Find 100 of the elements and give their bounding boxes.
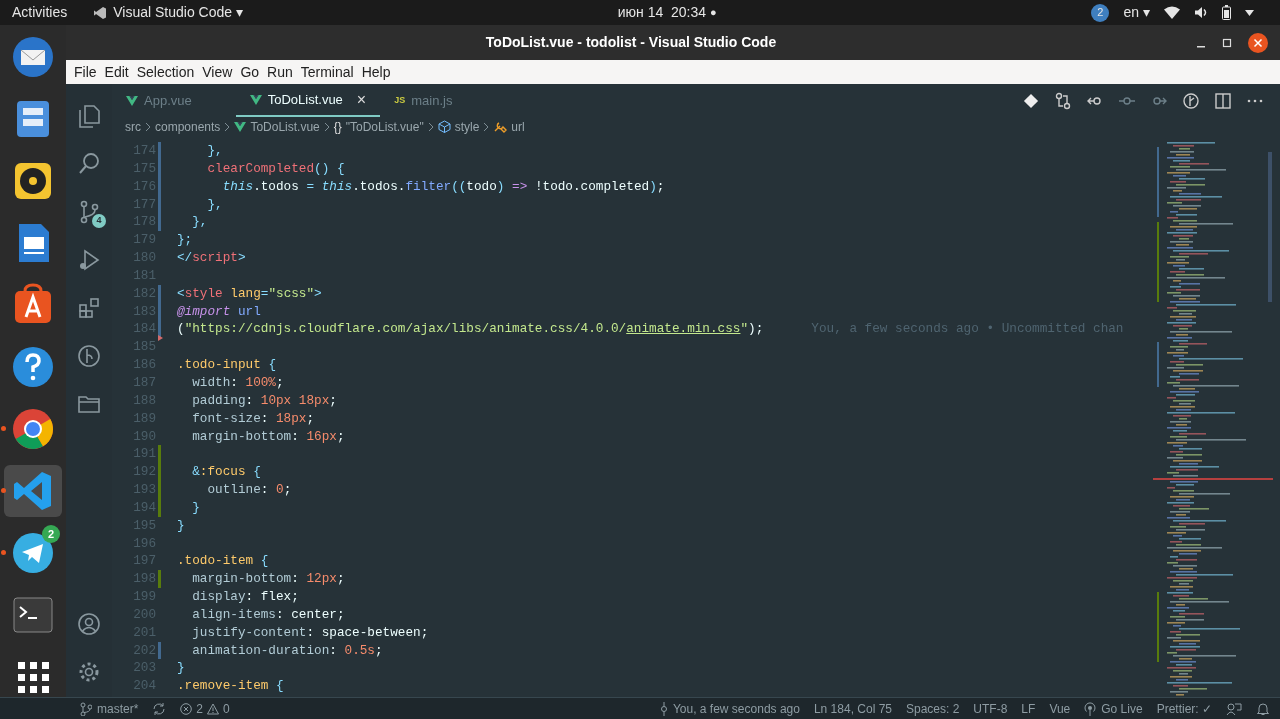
paper-plane-icon[interactable] <box>11 531 55 575</box>
browser-icon[interactable] <box>11 407 55 451</box>
branch-icon <box>80 701 92 716</box>
code-line: this.todos = this.todos.filter((todo) => !todo.completed); <box>221 177 665 196</box>
extensions-icon[interactable] <box>77 295 101 321</box>
maximize-button[interactable] <box>1222 37 1232 48</box>
wrench-icon <box>493 120 508 133</box>
code-line: clearCompleted() { <box>206 159 345 178</box>
files-icon[interactable] <box>77 103 101 129</box>
volume-icon[interactable] <box>1194 6 1208 19</box>
cursor-position[interactable]: Ln 184, Col 75 <box>813 699 892 718</box>
indentation-status[interactable]: Spaces: 2 <box>906 699 960 718</box>
encoding-status[interactable]: UTF-8 <box>973 699 1008 718</box>
code-line: margin-bottom: 16px; <box>191 427 345 446</box>
blame-annotation: You, a few seconds ago • Uncommitted chan <box>811 320 1124 339</box>
code-line: } <box>191 498 200 517</box>
caret-icon: ▾ <box>236 2 244 23</box>
code-line: .todo-input { <box>177 356 276 374</box>
breadcrumb-item[interactable]: ToDoList.vue <box>250 117 320 136</box>
vue-file-icon <box>126 94 138 107</box>
code-editor-icon <box>93 5 108 20</box>
breadcrumb-item[interactable]: components <box>155 117 221 136</box>
mail-app-icon[interactable] <box>11 35 55 79</box>
code-line: margin-bottom: 12px; <box>191 570 345 589</box>
language-menu[interactable]: en ▾ <box>1123 2 1150 23</box>
go-live-button[interactable]: Go Live <box>1084 699 1143 718</box>
menu-item[interactable]: Go <box>236 61 264 83</box>
code-line: <style lang="scss"> <box>177 284 322 303</box>
chevron-icon <box>145 121 151 132</box>
count-badge: 4 <box>92 214 106 228</box>
menu-item[interactable]: View <box>198 61 237 83</box>
chevron-icon <box>427 121 434 132</box>
active-dock-item[interactable] <box>4 465 62 517</box>
code-line: outline: 0; <box>206 481 292 499</box>
braces-icon: {} <box>333 117 342 136</box>
split-editor-icon[interactable] <box>1214 91 1232 110</box>
menu-item[interactable]: Edit <box>100 61 133 83</box>
prettier-status[interactable]: Prettier: ✓ <box>1156 699 1212 718</box>
code-line: } <box>177 659 185 678</box>
change-marker <box>158 641 161 660</box>
menu-item[interactable]: Selection <box>132 61 199 83</box>
warning-icon <box>207 702 220 715</box>
commit-icon <box>659 701 668 716</box>
notification-dot-icon: ● <box>710 4 717 21</box>
count-badge: 2 <box>42 525 60 543</box>
code-line: </script> <box>177 249 246 267</box>
branch-indicator[interactable]: master* <box>80 699 139 718</box>
vue-file-icon <box>234 120 247 133</box>
code-line: }, <box>191 213 208 232</box>
chevron-icon <box>323 121 330 132</box>
compare-changes-icon[interactable] <box>1054 91 1072 110</box>
language-mode[interactable]: Vue <box>1049 699 1071 718</box>
blame-status[interactable]: You, a few seconds ago <box>659 699 800 718</box>
code-line: .remove-item { <box>177 677 284 696</box>
activities-button[interactable]: Activities <box>12 2 68 23</box>
code-line: padding: 10px 18px; <box>191 391 337 410</box>
window-title: ToDoList.vue - todolist - Visual Studio Code <box>485 33 777 52</box>
code-line: display: flex; <box>191 588 299 606</box>
sync-icon[interactable] <box>152 701 167 716</box>
wifi-icon[interactable] <box>1164 6 1180 19</box>
menu-item[interactable]: Terminal <box>296 61 358 83</box>
vue-file-icon <box>249 93 262 106</box>
breadcrumb-item[interactable]: src <box>125 117 141 136</box>
code-line: font-size: 18px; <box>191 409 315 428</box>
code-line: animation-duration: 0.5s; <box>191 641 383 660</box>
git-graph-icon[interactable] <box>77 343 101 369</box>
account-icon[interactable] <box>77 612 101 638</box>
app-menu[interactable]: Visual Studio Code ▾ <box>113 2 244 23</box>
breadcrumb-item[interactable]: "ToDoList.vue" <box>345 117 424 136</box>
menu-item[interactable]: Help <box>357 61 395 83</box>
menu-item[interactable]: Run <box>263 61 297 83</box>
deleted-lines-marker <box>158 335 163 342</box>
chevron-icon <box>483 121 490 132</box>
caret-icon: ▾ <box>1143 2 1150 23</box>
js-file-icon: JS <box>394 93 406 108</box>
code-line: }, <box>206 142 223 160</box>
caret-icon[interactable] <box>1245 9 1254 16</box>
battery-icon[interactable] <box>1222 5 1231 20</box>
bell-icon[interactable] <box>1256 701 1270 716</box>
change-marker <box>158 570 161 589</box>
notification-badge: 2 <box>1091 3 1110 22</box>
problems-indicator[interactable]: 2 0 <box>180 699 230 718</box>
breadcrumb-item[interactable]: url <box>511 117 525 136</box>
code-line: .todo-item { <box>177 552 269 571</box>
menu-item[interactable]: File <box>70 61 101 83</box>
clock[interactable]: июн 14 20:34 <box>617 2 707 23</box>
line-ending-status[interactable]: LF <box>1021 699 1036 718</box>
close-button[interactable] <box>1248 32 1268 53</box>
code-line: @import url <box>177 302 261 321</box>
run-debug-icon[interactable] <box>77 247 101 273</box>
code-line: }; <box>177 231 193 250</box>
breadcrumb-item[interactable]: style <box>454 117 480 136</box>
code-line: }, <box>206 195 223 214</box>
feedback-icon[interactable] <box>1226 701 1242 716</box>
help-icon[interactable] <box>11 345 55 389</box>
cube-icon <box>437 120 451 133</box>
broadcast-icon <box>1084 701 1097 716</box>
close-tab-button[interactable]: × <box>356 91 367 108</box>
timeline-icon[interactable] <box>1182 91 1200 110</box>
code-line: width: 100%; <box>191 373 284 392</box>
